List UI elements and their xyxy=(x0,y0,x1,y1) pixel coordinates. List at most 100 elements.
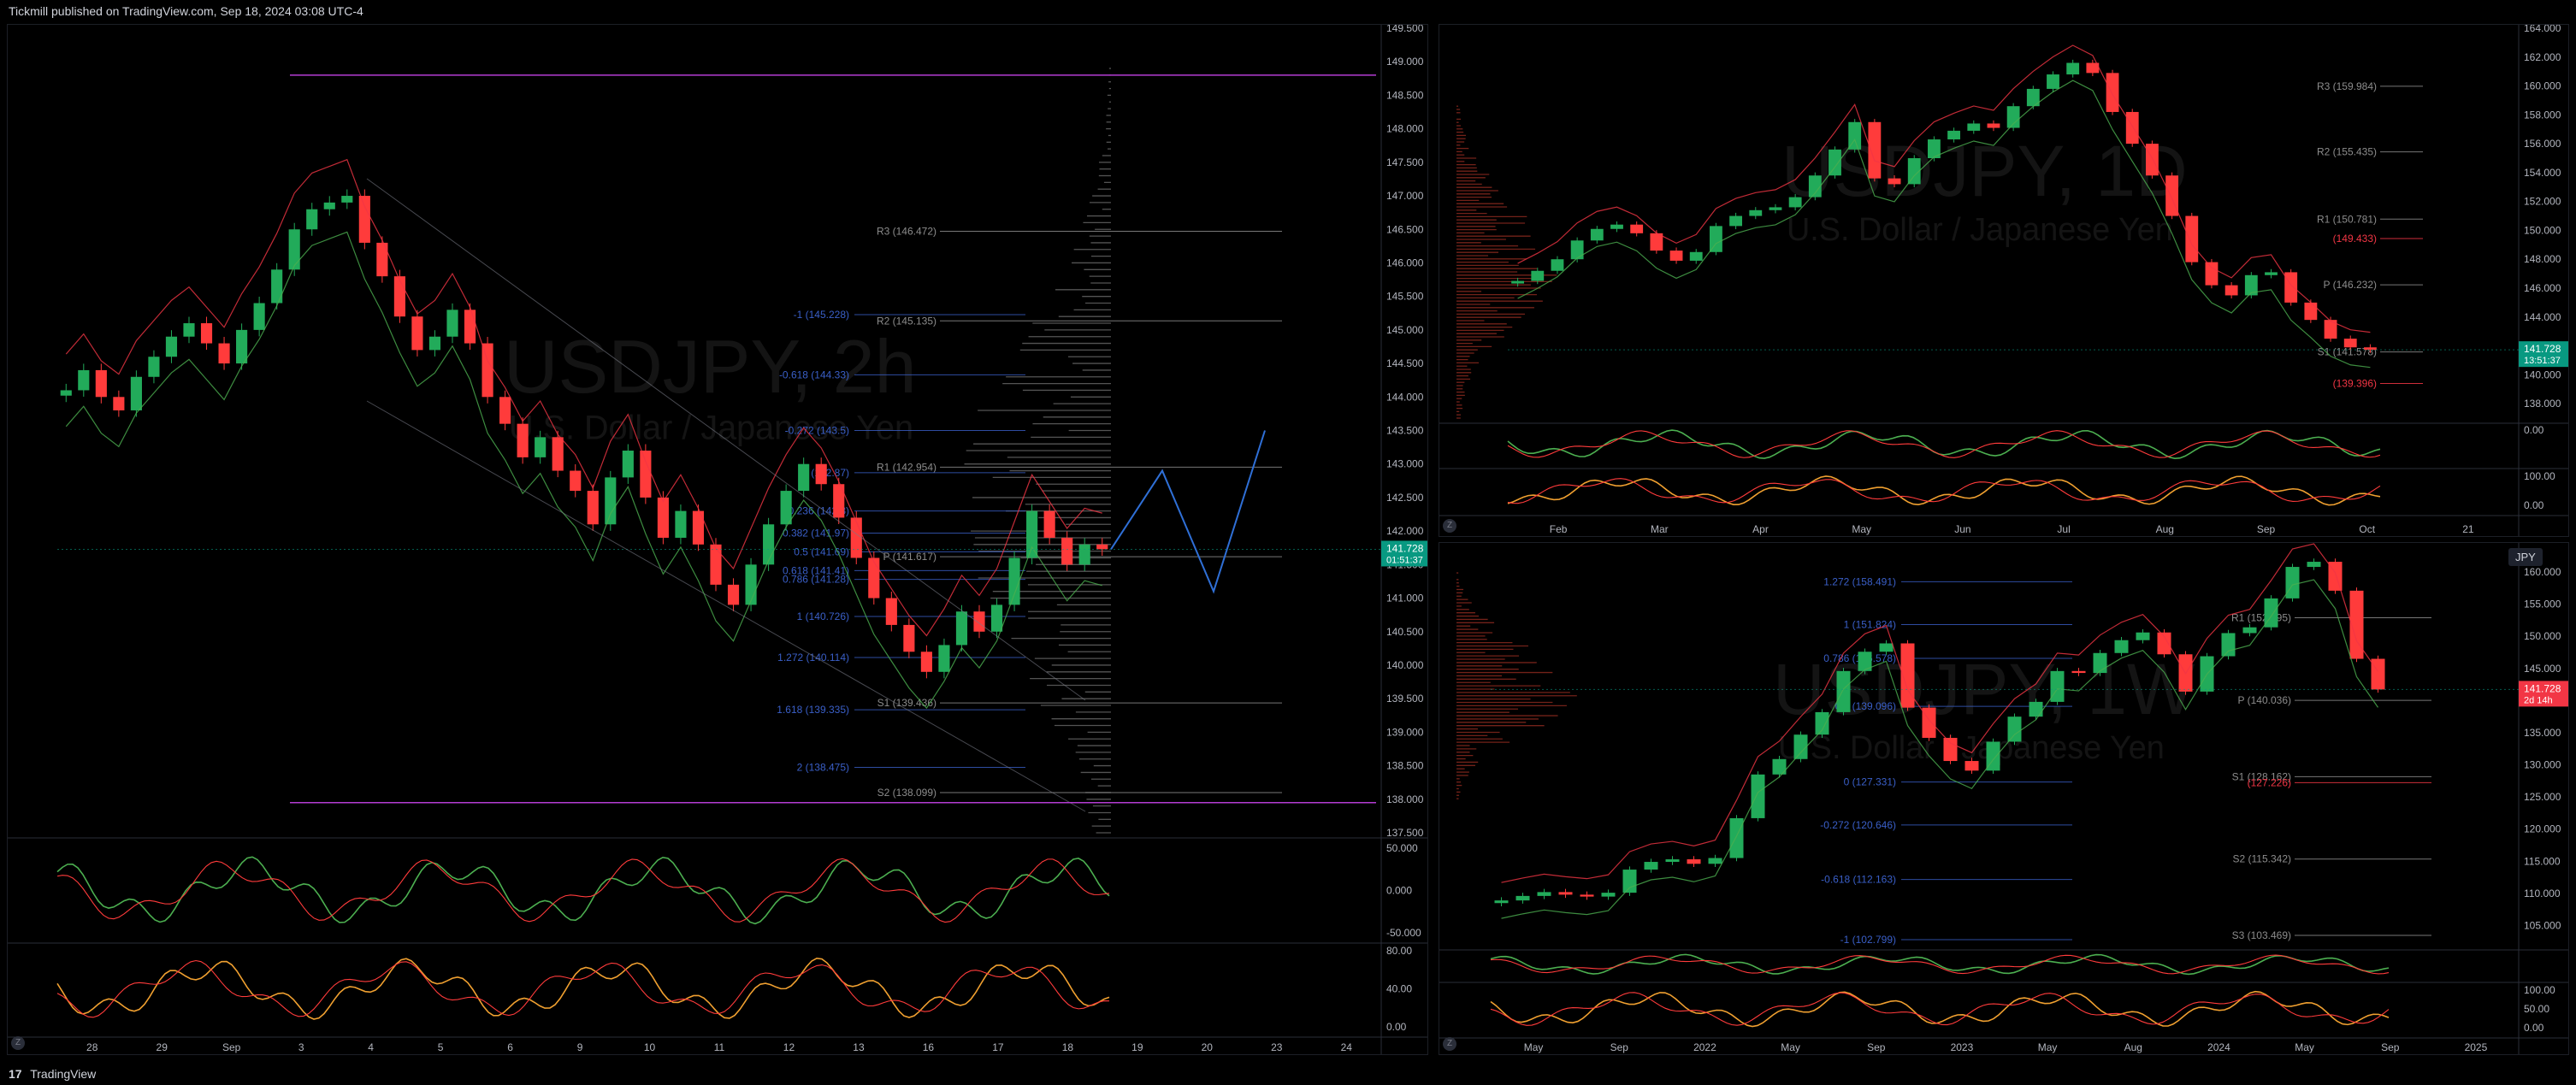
candle-body xyxy=(113,397,125,410)
osc-tick-label: 0.00 xyxy=(2524,499,2544,511)
candle-body xyxy=(973,611,985,632)
candle-body xyxy=(218,343,230,364)
candle-body xyxy=(2136,632,2150,640)
candle-body xyxy=(1610,224,1623,229)
candle-body xyxy=(920,652,932,672)
candle-body xyxy=(1590,228,1604,241)
y-tick-label: 140.500 xyxy=(1386,626,1424,638)
candle-body xyxy=(341,196,353,203)
x-tick-label: Mar xyxy=(1651,523,1669,535)
last-price-label: 141.728 xyxy=(2524,343,2561,355)
y-tick-label: 164.000 xyxy=(2524,25,2561,34)
candle-body xyxy=(2145,144,2159,176)
candle-body xyxy=(675,510,687,538)
candle-body xyxy=(990,604,1003,632)
candle-body xyxy=(323,202,335,209)
x-tick-label: Sep xyxy=(222,1041,241,1053)
pivot-label: (127.226) xyxy=(2248,776,2291,788)
x-tick-label: Apr xyxy=(1752,523,1769,535)
candle-body xyxy=(499,397,511,424)
x-tick-label: Sep xyxy=(1610,1041,1629,1053)
candle-body xyxy=(605,477,617,525)
y-tick-label: 149.000 xyxy=(1386,56,1424,68)
chart-1w-svg[interactable]: 160.000155.000150.000145.000140.000135.0… xyxy=(1439,543,2569,1055)
x-tick-label: 17 xyxy=(992,1041,1004,1053)
candle-body xyxy=(411,316,423,351)
chart-1d-svg[interactable]: 164.000 162.000 160.000 158.000 156.000 154.0… xyxy=(1439,25,2569,537)
pivot-label: R1 (142.954) xyxy=(877,461,936,473)
currency-button[interactable]: JPY xyxy=(2508,548,2543,566)
y-tick-label: 115.000 xyxy=(2524,855,2561,867)
candle-body xyxy=(2265,272,2278,275)
candle-body xyxy=(1868,121,1882,179)
candle-body xyxy=(1709,226,1722,252)
zoom-reset-icon[interactable]: Z xyxy=(1443,519,1456,533)
y-tick-label: 144.500 xyxy=(1386,357,1424,369)
x-tick-label: 2024 xyxy=(2207,1041,2230,1053)
candle-body xyxy=(165,336,178,357)
pivot-label: S3 (103.469) xyxy=(2232,929,2291,941)
candle-body xyxy=(1943,737,1958,762)
chart-2h-svg[interactable]: 149.500 149.000 148.500 148.000 147.500 147.0… xyxy=(8,25,1428,1055)
chart-panel-1w[interactable]: 160.000155.000150.000145.000140.000135.0… xyxy=(1439,542,2569,1055)
candle-body xyxy=(2093,652,2107,674)
x-tick-label: 18 xyxy=(1062,1041,1074,1053)
candle-body xyxy=(1601,893,1616,897)
y-tick-label: 130.000 xyxy=(2524,759,2561,771)
regression-channel-upper xyxy=(366,178,1086,701)
candle-body xyxy=(1096,544,1108,550)
pivot-label: (139.396) xyxy=(2333,378,2377,390)
candle-body xyxy=(2007,716,2022,742)
watermark-name: U.S. Dollar / Japanese Yen xyxy=(509,410,913,447)
candle-body xyxy=(1729,215,1743,227)
x-tick-label: Oct xyxy=(2359,523,2375,535)
candle-body xyxy=(2363,347,2377,351)
zoom-reset-icon[interactable]: Z xyxy=(1443,1037,1456,1051)
y-tick-label: 148.000 xyxy=(2524,253,2561,265)
candle-body xyxy=(1494,900,1509,904)
x-tick-label: 11 xyxy=(714,1041,725,1053)
candle-body xyxy=(358,196,370,243)
x-tick-label: 4 xyxy=(368,1041,374,1053)
candle-body xyxy=(938,645,950,672)
candle-body xyxy=(130,376,142,410)
fib-label: -1 (145.228) xyxy=(794,309,849,321)
candle-body xyxy=(1008,557,1020,605)
x-tick-label: Feb xyxy=(1550,523,1568,535)
candle-body xyxy=(2071,670,2086,674)
candle-body xyxy=(2114,640,2129,653)
x-tick-label: Sep xyxy=(2257,523,2276,535)
x-tick-label: May xyxy=(1852,523,1871,535)
pivot-label: S2 (138.099) xyxy=(877,787,936,799)
footer-brand[interactable]: TradingView xyxy=(30,1067,96,1081)
candle-body xyxy=(2047,74,2059,89)
candle-body xyxy=(1630,224,1644,233)
candle-body xyxy=(1967,123,1981,131)
x-tick-label: 19 xyxy=(1131,1041,1143,1053)
oscillator-signal-line xyxy=(1490,992,2390,1026)
candle-body xyxy=(587,491,599,525)
oscillator-line xyxy=(1490,990,2390,1028)
candle-body xyxy=(833,484,845,518)
y-tick-label: 110.000 xyxy=(2524,887,2561,899)
candle-body xyxy=(2307,562,2321,568)
y-tick-label: 147.500 xyxy=(1386,156,1424,168)
candle-body xyxy=(1947,130,1961,140)
candle-body xyxy=(1622,870,1637,893)
candle-body xyxy=(1570,240,1584,260)
zoom-reset-icon[interactable]: Z xyxy=(11,1036,25,1050)
chart-panel-2h[interactable]: 149.500 149.000 148.500 148.000 147.500 147.0… xyxy=(7,24,1428,1055)
x-tick-label: May xyxy=(2038,1041,2058,1053)
oscillator-line xyxy=(1490,953,2390,976)
candle-body xyxy=(2221,633,2236,657)
fib-label: 1 (151.824) xyxy=(1844,619,1896,631)
x-tick-label: Jul xyxy=(2057,523,2070,535)
fib-label: 2 (138.475) xyxy=(797,762,849,774)
x-tick-label: 9 xyxy=(577,1041,583,1053)
tradingview-logo-icon[interactable]: 17 xyxy=(9,1067,22,1081)
candle-body xyxy=(710,544,722,585)
x-tick-label: 23 xyxy=(1271,1041,1283,1053)
candle-body xyxy=(885,598,897,625)
chart-panel-1d[interactable]: 164.000 162.000 160.000 158.000 156.000 154.0… xyxy=(1439,24,2569,537)
y-tick-label: 160.000 xyxy=(2524,566,2561,578)
